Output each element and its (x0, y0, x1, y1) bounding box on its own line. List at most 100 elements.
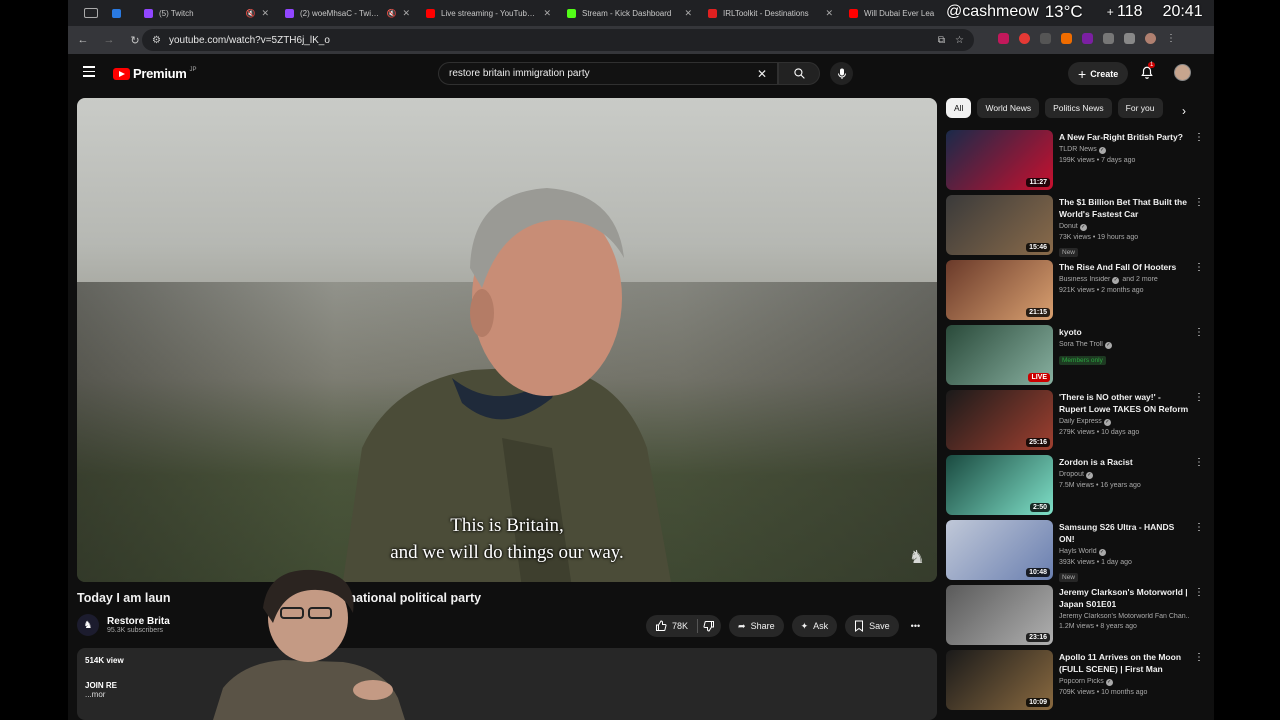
recommendation-thumbnail[interactable]: 10:48 (946, 520, 1053, 580)
install-icon[interactable]: ⧉ (938, 35, 945, 46)
browser-tab[interactable]: IRLToolkit - Destinations ✕ (700, 3, 841, 23)
create-button[interactable]: + Create (1068, 62, 1129, 85)
close-tab-icon[interactable]: ✕ (684, 8, 692, 19)
recommendation-item[interactable]: 21:15 The Rise And Fall Of Hooters Busines… (946, 260, 1208, 322)
recommendation-thumbnail[interactable]: 25:16 (946, 390, 1053, 450)
close-tab-icon[interactable]: ✕ (543, 8, 551, 19)
hamburger-menu-icon[interactable] (83, 66, 95, 80)
recommendation-channel[interactable]: Daily Express ✓ (1059, 418, 1189, 426)
recommendation-title[interactable]: Samsung S26 Ultra - HANDS ON! (1059, 521, 1189, 545)
thumbs-down-icon[interactable] (703, 620, 715, 632)
chip-for-you[interactable]: For you (1117, 98, 1163, 118)
more-vertical-icon[interactable]: ⋮ (1194, 392, 1204, 403)
browser-tab[interactable] (112, 3, 136, 23)
more-vertical-icon[interactable]: ⋮ (1194, 587, 1204, 598)
extension-icon[interactable] (1061, 33, 1072, 44)
search-input[interactable]: restore britain immigration party ✕ (438, 62, 778, 85)
more-vertical-icon[interactable]: ⋮ (1194, 522, 1204, 533)
browser-menu-icon[interactable]: ⋮ (1166, 33, 1177, 44)
more-vertical-icon[interactable]: ⋮ (1194, 652, 1204, 663)
more-vertical-icon[interactable]: ⋮ (1194, 132, 1204, 143)
show-more-link[interactable]: ...mor (85, 690, 929, 699)
media-icon[interactable] (1124, 33, 1135, 44)
puzzle-icon[interactable] (1103, 33, 1114, 44)
recommendation-item[interactable]: 10:48 Samsung S26 Ultra - HANDS ON! Hayls … (946, 520, 1208, 582)
recommendation-title[interactable]: A New Far-Right British Party? (1059, 131, 1189, 143)
browser-tab[interactable]: (5) Twitch 🔇 ✕ (136, 3, 277, 23)
mute-icon[interactable]: 🔇 (245, 9, 255, 18)
recommendation-title[interactable]: The $1 Billion Bet That Built the World'… (1059, 196, 1189, 220)
channel-name[interactable]: Restore Brita (107, 616, 170, 627)
more-vertical-icon[interactable]: ⋮ (1194, 197, 1204, 208)
close-tab-icon[interactable]: ✕ (402, 8, 410, 19)
recommendation-title[interactable]: The Rise And Fall Of Hooters (1059, 261, 1189, 273)
chevron-right-icon[interactable]: › (1182, 104, 1186, 118)
recommendation-thumbnail[interactable]: 10:09 (946, 650, 1053, 710)
browser-tab[interactable]: Will Dubai Ever Lea (841, 3, 951, 23)
clear-search-icon[interactable]: ✕ (757, 67, 767, 81)
voice-search-button[interactable] (830, 62, 853, 85)
extension-icon[interactable] (998, 33, 1009, 44)
recommendation-item[interactable]: 11:27 A New Far-Right British Party? TLDR … (946, 130, 1208, 192)
recommendation-item[interactable]: 2:50 Zordon is a Racist Dropout ✓ 7.5M views… (946, 455, 1208, 517)
channel-avatar[interactable]: ♞ (77, 614, 99, 636)
forward-icon[interactable]: → (102, 34, 116, 46)
profile-icon[interactable] (1145, 33, 1156, 44)
more-vertical-icon[interactable]: ⋮ (1194, 262, 1204, 273)
recommendation-item[interactable]: LIVE kyoto Sora The Troll ✓ Members only ⋮ (946, 325, 1208, 387)
browser-tab[interactable]: Live streaming - YouTube S ✕ (418, 3, 559, 23)
more-actions-button[interactable]: ••• (907, 615, 924, 637)
recommendation-title[interactable]: kyoto (1059, 326, 1189, 338)
share-button[interactable]: ➦ Share (729, 615, 784, 637)
back-icon[interactable]: ← (76, 34, 90, 46)
recommendation-thumbnail[interactable]: 15:46 (946, 195, 1053, 255)
bookmark-star-icon[interactable]: ☆ (955, 35, 964, 46)
notifications-button[interactable]: 1 (1140, 62, 1156, 85)
description-box[interactable]: 514K view JOIN RE ...mor (77, 648, 937, 720)
recommendation-channel[interactable]: Donut ✓ (1059, 223, 1189, 231)
recommendation-thumbnail[interactable]: 11:27 (946, 130, 1053, 190)
recommendation-channel[interactable]: Popcorn Picks ✓ (1059, 678, 1189, 686)
save-button[interactable]: Save (845, 615, 899, 637)
recommendation-channel[interactable]: Dropout ✓ (1059, 471, 1189, 479)
recommendation-channel[interactable]: TLDR News ✓ (1059, 146, 1189, 154)
recommendation-thumbnail[interactable]: LIVE (946, 325, 1053, 385)
youtube-premium-logo[interactable]: Premium JP (113, 66, 197, 81)
close-tab-icon[interactable]: ✕ (261, 8, 269, 19)
video-player[interactable]: This is Britain, and we will do things o… (77, 98, 937, 582)
extension-icon[interactable] (1019, 33, 1030, 44)
account-avatar[interactable] (1174, 64, 1191, 81)
address-bar[interactable]: ⚙ youtube.com/watch?v=5ZTH6j_lK_o ⧉ ☆ (142, 29, 974, 51)
recommendation-title[interactable]: Jeremy Clarkson's Motorworld | Japan S01… (1059, 586, 1189, 610)
recommendation-item[interactable]: 23:16 Jeremy Clarkson's Motorworld | Japa… (946, 585, 1208, 647)
recommendation-channel[interactable]: Hayls World ✓ (1059, 548, 1189, 556)
extension-icon[interactable] (1040, 33, 1051, 44)
chip-all[interactable]: All (946, 98, 972, 118)
tab-search-icon[interactable] (84, 8, 98, 18)
recommendation-title[interactable]: 'There is NO other way!' - Rupert Lowe T… (1059, 391, 1189, 415)
site-info-icon[interactable]: ⚙ (152, 35, 161, 46)
ask-button[interactable]: ✦ Ask (791, 615, 838, 637)
mute-icon[interactable]: 🔇 (386, 9, 396, 18)
recommendation-thumbnail[interactable]: 23:16 (946, 585, 1053, 645)
browser-tab[interactable]: (2) woeMhsaC - Twitch 🔇 ✕ (277, 3, 418, 23)
more-vertical-icon[interactable]: ⋮ (1194, 327, 1204, 338)
chip-politics-news[interactable]: Politics News (1045, 98, 1112, 118)
extension-icon[interactable] (1082, 33, 1093, 44)
recommendation-channel[interactable]: Sora The Troll ✓ (1059, 341, 1189, 349)
like-button[interactable]: 78K (646, 615, 722, 637)
reload-icon[interactable]: ↻ (128, 34, 142, 47)
browser-tab[interactable]: Stream - Kick Dashboard ✕ (559, 3, 700, 23)
channel-watermark-icon[interactable]: ♞ (909, 547, 925, 568)
close-tab-icon[interactable]: ✕ (825, 8, 833, 19)
recommendation-channel[interactable]: Jeremy Clarkson's Motorworld Fan Chan... (1059, 613, 1189, 620)
recommendation-thumbnail[interactable]: 2:50 (946, 455, 1053, 515)
recommendation-channel[interactable]: Business Insider ✓ and 2 more (1059, 276, 1189, 284)
recommendation-item[interactable]: 10:09 Apollo 11 Arrives on the Moon (FULL… (946, 650, 1208, 712)
recommendation-item[interactable]: 15:46 The $1 Billion Bet That Built the W… (946, 195, 1208, 257)
recommendation-thumbnail[interactable]: 21:15 (946, 260, 1053, 320)
recommendation-title[interactable]: Apollo 11 Arrives on the Moon (FULL SCEN… (1059, 651, 1189, 675)
search-button[interactable] (778, 62, 820, 85)
chip-world-news[interactable]: World News (977, 98, 1040, 118)
recommendation-title[interactable]: Zordon is a Racist (1059, 456, 1189, 468)
